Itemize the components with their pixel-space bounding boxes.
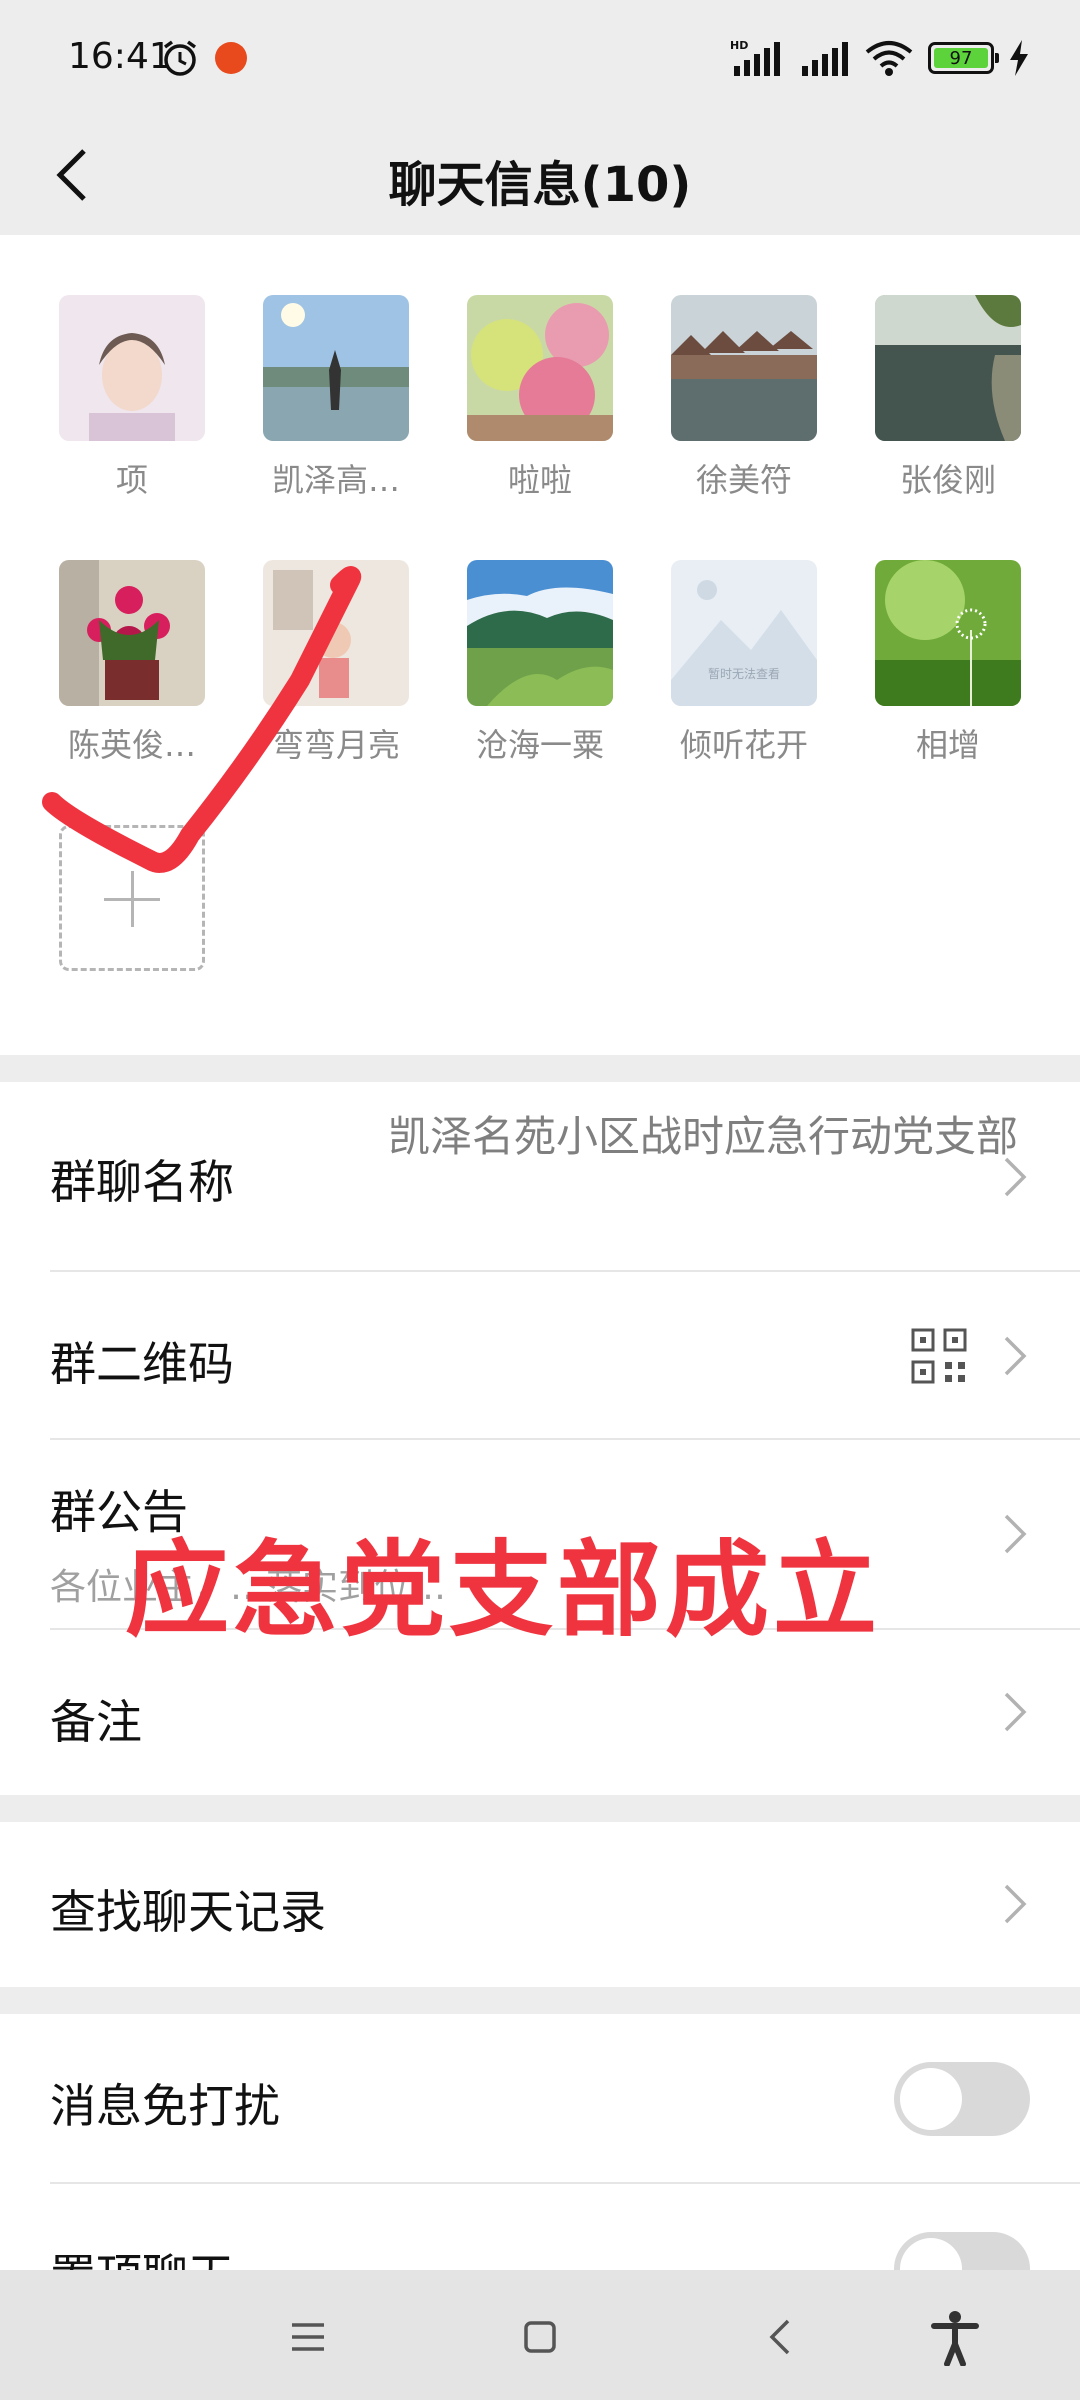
member-avatar	[671, 295, 817, 441]
avatar-placeholder-text: 暂时无法查看	[708, 667, 780, 681]
status-bar: 16:41 HD 97	[0, 0, 1080, 115]
member-avatar	[263, 560, 409, 706]
member-item[interactable]: 暂时无法查看 倾听花开	[664, 560, 824, 766]
mute-toggle[interactable]	[894, 2062, 1030, 2136]
qr-code-label: 群二维码	[50, 1337, 234, 1391]
member-name: 倾听花开	[679, 726, 808, 764]
back-icon[interactable]	[760, 2315, 804, 2359]
accessibility-icon[interactable]	[930, 2310, 980, 2366]
member-item[interactable]: 沧海一粟	[460, 560, 620, 766]
page-title: 聊天信息(10)	[388, 157, 692, 213]
member-name: 沧海一粟	[475, 726, 604, 764]
member-avatar: 暂时无法查看	[671, 560, 817, 706]
group-name-value: 凯泽名苑小区战时应急行动党支部	[387, 1112, 1018, 1161]
chevron-right-icon	[1004, 1157, 1027, 1197]
qr-code-icon	[911, 1328, 967, 1384]
signal-icon	[802, 42, 848, 76]
member-name: 陈英俊…	[67, 726, 196, 764]
member-name: 相增	[915, 726, 980, 764]
settings-group-info: 群聊名称 凯泽名苑小区战时应急行动党支部 群二维码 群公告 各位业主，…落实到位…	[0, 1082, 1080, 1795]
group-name-label: 群聊名称	[50, 1155, 234, 1209]
pin-row: 置顶聊天	[50, 2184, 1080, 2270]
member-avatar	[875, 295, 1021, 441]
member-avatar	[467, 295, 613, 441]
network-label: HD	[730, 39, 748, 52]
mute-label: 消息免打扰	[50, 2079, 280, 2133]
add-member-button[interactable]	[59, 825, 205, 971]
member-name: 弯弯月亮	[271, 726, 400, 764]
pin-toggle[interactable]	[894, 2232, 1030, 2270]
member-avatar	[59, 295, 205, 441]
charging-icon	[1010, 40, 1028, 76]
overlay-caption: 应急党支部成立	[125, 1529, 882, 1651]
chevron-right-icon	[1004, 1692, 1027, 1732]
signal-hd-icon: HD	[730, 39, 780, 76]
member-item[interactable]: 啦啦	[460, 295, 620, 501]
member-name: 凯泽高…	[271, 461, 400, 499]
battery-icon: 97	[928, 42, 999, 74]
alarm-icon	[163, 40, 197, 76]
member-avatar	[263, 295, 409, 441]
settings-group-search: 查找聊天记录	[0, 1822, 1080, 1987]
member-item[interactable]: 弯弯月亮	[256, 560, 416, 766]
status-time: 16:41	[68, 36, 172, 77]
battery-level: 97	[934, 48, 988, 69]
status-indicators: HD 97	[730, 38, 1030, 78]
menu-icon[interactable]	[286, 2315, 330, 2359]
search-history-row[interactable]: 查找聊天记录	[50, 1822, 1080, 1987]
group-name-row[interactable]: 群聊名称 凯泽名苑小区战时应急行动党支部	[50, 1082, 1080, 1272]
qr-code-row[interactable]: 群二维码	[50, 1272, 1080, 1440]
member-avatar	[59, 560, 205, 706]
search-history-label: 查找聊天记录	[50, 1885, 326, 1939]
nav-bar: 聊天信息(10)	[0, 115, 1080, 235]
app-notification-icon	[215, 42, 247, 74]
home-icon[interactable]	[518, 2315, 562, 2359]
pin-label: 置顶聊天	[50, 2240, 234, 2270]
member-avatar	[467, 560, 613, 706]
settings-group-toggles: 消息免打扰 置顶聊天	[0, 2014, 1080, 2270]
member-item[interactable]: 徐美符	[664, 295, 824, 501]
member-item[interactable]: 项	[52, 295, 212, 501]
member-name: 徐美符	[695, 461, 792, 499]
member-name: 项	[115, 461, 148, 499]
chevron-right-icon	[1004, 1514, 1027, 1554]
remark-label: 备注	[50, 1695, 142, 1749]
member-item[interactable]: 相增	[868, 560, 1028, 766]
chevron-right-icon	[1004, 1336, 1027, 1376]
system-nav-bar	[0, 2270, 1080, 2400]
member-item[interactable]: 陈英俊…	[52, 560, 212, 766]
chevron-right-icon	[1004, 1884, 1027, 1924]
member-item[interactable]: 张俊刚	[868, 295, 1028, 501]
member-avatar	[875, 560, 1021, 706]
member-item[interactable]: 凯泽高…	[256, 295, 416, 501]
member-name: 啦啦	[507, 461, 572, 499]
mute-row: 消息免打扰	[50, 2014, 1080, 2184]
member-name: 张俊刚	[899, 461, 996, 499]
wifi-icon	[865, 41, 913, 76]
member-grid: 项 凯泽高… 啦啦 徐美符 张俊刚 陈英俊… 弯弯月亮 沧海一粟 暂时无法查看 …	[0, 235, 1080, 1055]
